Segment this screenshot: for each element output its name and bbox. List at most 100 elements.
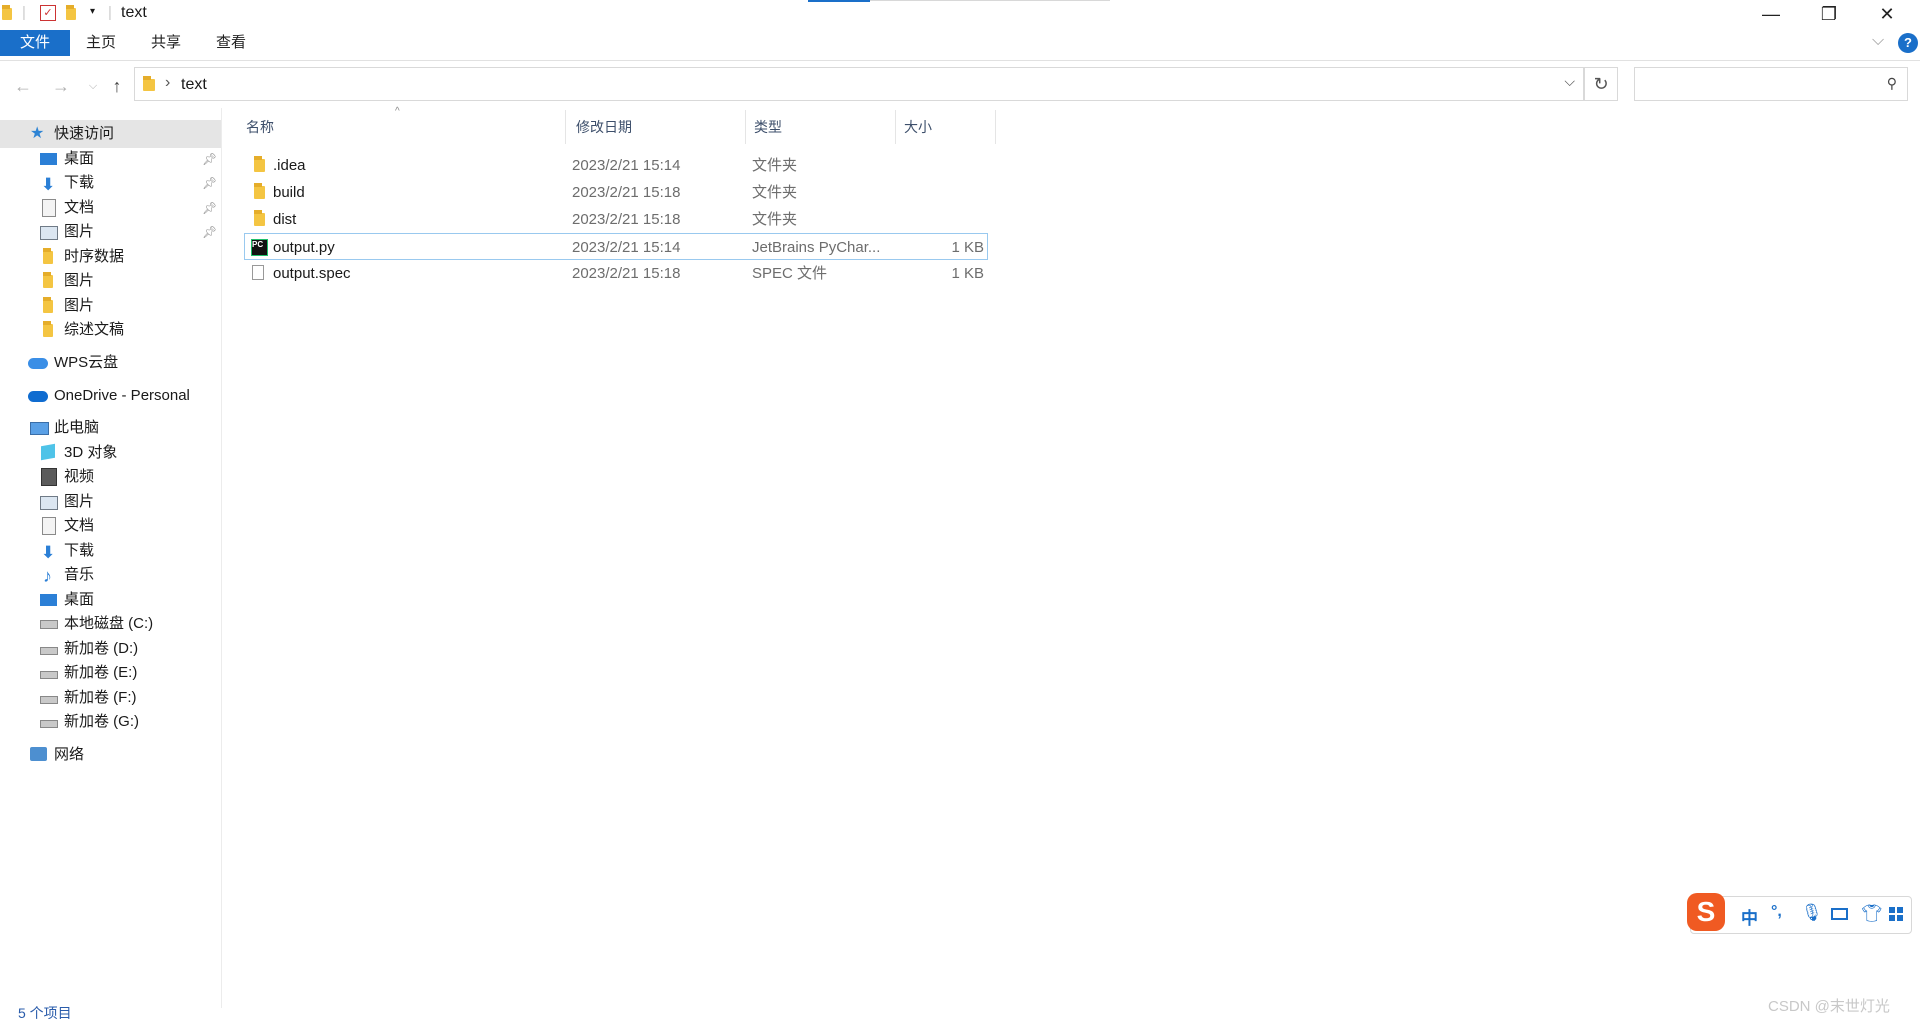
sidebar-item-downloads[interactable]: ⬇ 下载 📌︎ (0, 169, 221, 197)
ribbon: 文件 主页 共享 查看 ⌵ ? (0, 30, 1920, 61)
sogou-logo-icon[interactable]: S (1687, 893, 1725, 931)
punctuation-toggle[interactable]: °, (1771, 903, 1782, 921)
search-box[interactable]: ⚲ (1634, 67, 1908, 101)
back-arrow-icon[interactable]: ← (12, 75, 34, 97)
desktop-icon (40, 594, 57, 606)
desktop-icon (40, 153, 57, 165)
address-dropdown-chevron-icon[interactable]: ⌵ (1564, 73, 1575, 90)
sidebar-item-pictures[interactable]: 图片 📌︎ (0, 218, 221, 246)
file-size: 1 KB (951, 265, 984, 282)
cloud-icon (28, 358, 48, 369)
folder-icon (254, 210, 265, 226)
navigation-bar: ← → ⌵ ↑ › text ⌵ ↻ ⚲ (0, 63, 1920, 107)
sidebar-item-network[interactable]: 网络 (0, 741, 221, 769)
window-title: text (121, 4, 147, 21)
star-icon: ★ (30, 125, 45, 142)
picture-icon (40, 226, 58, 240)
maximize-button[interactable]: ❐ (1800, 0, 1858, 30)
windows-drive-icon (40, 620, 58, 629)
folder-icon (254, 183, 265, 199)
toolbox-grid-icon[interactable] (1889, 907, 1903, 921)
sidebar-item-label: 网络 (54, 746, 85, 763)
file-row[interactable]: build 2023/2/21 15:18 文件夹 (244, 179, 988, 206)
address-bar[interactable]: › text ⌵ (134, 67, 1584, 101)
breadcrumb-chevron-icon[interactable]: › (165, 74, 170, 92)
column-header-size[interactable]: 大小 (896, 110, 996, 144)
sidebar-item-this-pc[interactable]: 此电脑 (0, 414, 221, 442)
up-arrow-icon[interactable]: ↑ (106, 75, 128, 97)
cube-3d-icon (41, 443, 55, 461)
sidebar-item-drive-g[interactable]: 新加卷 (G:) (0, 708, 221, 736)
folder-icon (43, 321, 53, 337)
recent-locations-chevron-icon[interactable]: ⌵ (82, 75, 104, 97)
new-folder-icon[interactable] (66, 5, 76, 20)
sidebar-item-label: 文档 (64, 517, 95, 534)
document-icon (42, 517, 56, 535)
pycharm-file-icon: PC (251, 239, 268, 256)
search-icon[interactable]: ⚲ (1887, 75, 1897, 92)
customize-toolbar-icon[interactable]: ▾ (90, 6, 95, 17)
separator: | (108, 4, 112, 21)
file-row-selected[interactable]: PC output.py 2023/2/21 15:14 JetBrains P… (244, 233, 988, 260)
sidebar-item-label: 本地磁盘 (C:) (64, 615, 154, 632)
ime-mode-toggle[interactable]: 中 (1741, 904, 1758, 929)
ribbon-expand-icon[interactable]: ⌵ (1872, 32, 1884, 50)
sidebar-item-folder[interactable]: 图片 (0, 267, 221, 295)
forward-arrow-icon[interactable]: → (50, 75, 72, 97)
title-accent (808, 0, 870, 2)
refresh-button[interactable]: ↻ (1584, 67, 1618, 101)
column-header-date[interactable]: 修改日期 (566, 110, 746, 144)
breadcrumb-current[interactable]: text (181, 76, 207, 94)
microphone-icon[interactable]: 🎙︎ (1801, 903, 1823, 923)
column-header-type[interactable]: 类型 (746, 110, 896, 144)
sidebar-item-documents[interactable]: 文档 (0, 512, 221, 540)
folder-icon (2, 5, 12, 20)
watermark: CSDN @末世灯光 (1768, 998, 1890, 1015)
sidebar-item-videos[interactable]: 视频 (0, 463, 221, 491)
file-row[interactable]: .idea 2023/2/21 15:14 文件夹 (244, 152, 988, 179)
minimize-button[interactable]: — (1742, 0, 1800, 30)
file-date: 2023/2/21 15:14 (572, 239, 681, 256)
close-button[interactable]: ✕ (1858, 0, 1916, 30)
ime-toolbar[interactable]: S 中 °, 🎙︎ 👕︎ (1687, 893, 1912, 934)
file-type: 文件夹 (752, 184, 798, 201)
column-header-name[interactable]: 名称 (244, 110, 566, 144)
file-type: 文件夹 (752, 157, 798, 174)
tab-view[interactable]: 查看 (200, 30, 262, 56)
sidebar-item-drive-c[interactable]: 本地磁盘 (C:) (0, 610, 221, 638)
file-type: SPEC 文件 (752, 265, 828, 282)
file-row[interactable]: dist 2023/2/21 15:18 文件夹 (244, 206, 988, 233)
pin-icon[interactable]: 📌︎ (202, 218, 217, 246)
sidebar-item-quick-access[interactable]: ★ 快速访问 (0, 120, 221, 148)
picture-icon (40, 496, 58, 510)
tab-share[interactable]: 共享 (135, 30, 197, 56)
network-icon (30, 747, 47, 761)
search-input[interactable] (1641, 75, 1875, 93)
file-row[interactable]: output.spec 2023/2/21 15:18 SPEC 文件 1 KB (244, 260, 988, 287)
pin-icon[interactable]: 📌︎ (202, 169, 217, 197)
file-name: dist (273, 211, 297, 228)
sidebar-item-label: 视频 (64, 468, 95, 485)
title-accent-line (870, 0, 1110, 1)
tab-file[interactable]: 文件 (0, 30, 70, 56)
sidebar-item-wps-cloud[interactable]: WPS云盘 (0, 349, 221, 377)
folder-icon (43, 297, 53, 313)
file-date: 2023/2/21 15:18 (572, 184, 681, 201)
separator: | (22, 4, 26, 21)
status-item-count: 5 个项目 (18, 1005, 72, 1021)
sidebar-item-music[interactable]: ♪ 音乐 (0, 561, 221, 589)
sidebar-item-onedrive[interactable]: OneDrive - Personal (0, 382, 221, 410)
music-note-icon: ♪ (43, 566, 52, 586)
sidebar-item-drive-e[interactable]: 新加卷 (E:) (0, 659, 221, 687)
title-bar: | ✓ ▾ | text — ❐ ✕ (0, 0, 1920, 30)
properties-icon[interactable]: ✓ (40, 5, 56, 21)
help-icon[interactable]: ? (1898, 33, 1918, 53)
drive-icon (40, 671, 58, 679)
tab-home[interactable]: 主页 (70, 30, 132, 56)
keyboard-icon[interactable] (1831, 908, 1848, 920)
computer-icon (30, 422, 49, 435)
skin-shirt-icon[interactable]: 👕︎ (1861, 904, 1883, 924)
sidebar-item-folder[interactable]: 综述文稿 (0, 316, 221, 344)
file-date: 2023/2/21 15:18 (572, 265, 681, 282)
folder-icon (43, 272, 53, 288)
